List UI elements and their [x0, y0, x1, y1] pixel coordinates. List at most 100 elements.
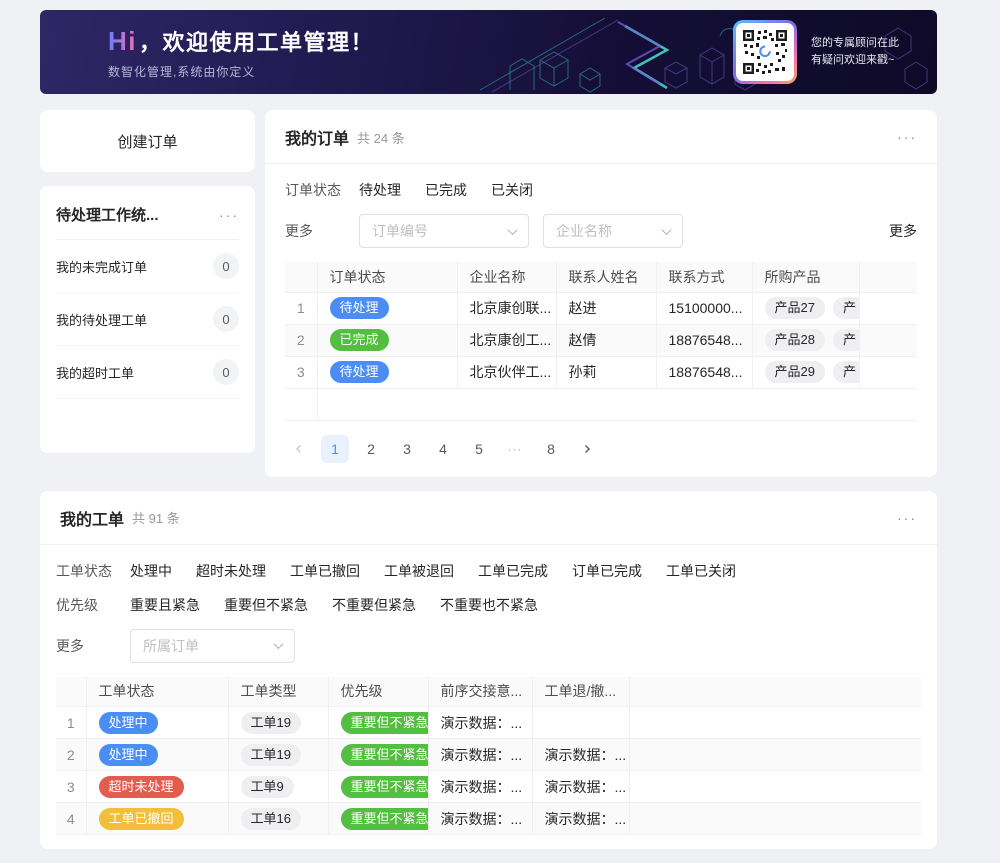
tickets-panel: 我的工单 共 91 条 ··· 工单状态 处理中 超时未处理 工单已撤回 工单被… [40, 491, 937, 850]
welcome-banner: Hi，欢迎使用工单管理！ 数智化管理,系统由你定义 [40, 10, 937, 94]
pagination: 1 2 3 4 5 ··· 8 [285, 421, 917, 463]
more-filter-label: 更多 [285, 221, 359, 241]
page-ellipsis-button[interactable]: ··· [501, 435, 529, 463]
tickets-table: 工单状态 工单类型 优先级 前序交接意... 工单退/撤... 1 [56, 677, 921, 836]
banner-title: Hi，欢迎使用工单管理！ [108, 25, 733, 57]
priority-badge: 重要但不紧急 [341, 744, 429, 766]
qr-caption: 您的专属顾问在此 有疑问欢迎来戳~ [811, 35, 899, 69]
ticket-row[interactable]: 2 处理中 工单19 重要但不紧急 演示数据：... 演示数据：... [56, 739, 921, 771]
filter-option-not-important-not-urgent[interactable]: 不重要也不紧急 [440, 595, 538, 615]
ticket-type-tag: 工单16 [241, 808, 301, 830]
orders-table-header: 订单状态 企业名称 联系人姓名 联系方式 所购产品 [285, 262, 917, 292]
order-number-select[interactable]: 订单编号 [359, 214, 529, 248]
product-tag: 产品28 [765, 329, 825, 351]
banner-subtitle: 数智化管理,系统由你定义 [108, 63, 733, 80]
stat-pending-tickets[interactable]: 我的待处理工单 0 [56, 293, 239, 346]
priority-badge: 重要但不紧急 [341, 776, 429, 798]
stat-label: 我的未完成订单 [56, 257, 147, 276]
page-button-3[interactable]: 3 [393, 435, 421, 463]
order-row[interactable]: 1 待处理 北京康创联... 赵进 15100000... 产品27产 [285, 292, 917, 324]
product-tag: 产 [833, 329, 859, 351]
filter-option-processing[interactable]: 处理中 [130, 561, 172, 581]
page-button-last[interactable]: 8 [537, 435, 565, 463]
ticket-type-tag: 工单9 [241, 776, 294, 798]
banner-greeting: ，欢迎使用工单管理！ [139, 30, 374, 55]
filter-option-closed[interactable]: 已关闭 [491, 180, 533, 200]
order-row[interactable]: 3 待处理 北京伙伴工... 孙莉 18876548... 产品29产 [285, 356, 917, 388]
product-tag: 产 [833, 297, 859, 319]
chevron-down-icon [274, 639, 284, 649]
orders-more-link[interactable]: 更多 [889, 221, 917, 241]
stat-label: 我的待处理工单 [56, 310, 147, 329]
status-badge: 已完成 [330, 329, 389, 351]
prev-page-button[interactable] [285, 435, 313, 463]
filter-option-important-urgent[interactable]: 重要且紧急 [130, 595, 200, 615]
page-button-4[interactable]: 4 [429, 435, 457, 463]
orders-panel: 我的订单 共 24 条 ··· 订单状态 待处理 已完成 已关闭 更多 [265, 110, 937, 477]
count-badge: 0 [213, 253, 239, 279]
more-dots-icon[interactable]: ··· [897, 510, 917, 526]
qr-code [733, 20, 797, 84]
order-row[interactable]: 2 已完成 北京康创工... 赵倩 18876548... 产品28产 [285, 324, 917, 356]
filter-option-important-not-urgent[interactable]: 重要但不紧急 [224, 595, 308, 615]
chevron-down-icon [508, 225, 518, 235]
priority-filter-label: 优先级 [56, 595, 130, 615]
product-tag: 产 [833, 361, 859, 383]
pending-stats-card: 待处理工作统... ··· 我的未完成订单 0 我的待处理工单 0 我的超时工单… [40, 186, 255, 453]
parent-order-select[interactable]: 所属订单 [130, 629, 295, 663]
ticket-row[interactable]: 3 超时未处理 工单9 重要但不紧急 演示数据：... 演示数据：... [56, 771, 921, 803]
status-badge: 处理中 [99, 712, 158, 734]
page-button-2[interactable]: 2 [357, 435, 385, 463]
qr-pattern-icon [742, 29, 788, 75]
stat-overdue-tickets[interactable]: 我的超时工单 0 [56, 346, 239, 399]
orders-count: 共 24 条 [357, 128, 405, 147]
create-order-button[interactable]: 创建订单 [40, 110, 255, 172]
page: Hi，欢迎使用工单管理！ 数智化管理,系统由你定义 [0, 0, 937, 863]
filter-option-returned[interactable]: 工单被退回 [384, 561, 454, 581]
ticket-type-tag: 工单19 [241, 712, 301, 734]
qr-caption-line2: 有疑问欢迎来戳~ [811, 52, 899, 69]
page-button-5[interactable]: 5 [465, 435, 493, 463]
banner-hi: Hi [108, 26, 137, 56]
company-name-select[interactable]: 企业名称 [543, 214, 683, 248]
page-button-1[interactable]: 1 [321, 435, 349, 463]
ticket-row[interactable]: 4 工单已撤回 工单16 重要但不紧急 演示数据：... 演示数据：... [56, 803, 921, 835]
count-badge: 0 [213, 359, 239, 385]
ticket-row[interactable]: 1 处理中 工单19 重要但不紧急 演示数据：... [56, 707, 921, 739]
more-dots-icon[interactable]: ··· [219, 207, 239, 223]
more-filter-label: 更多 [56, 636, 130, 656]
tickets-table-header: 工单状态 工单类型 优先级 前序交接意... 工单退/撤... [56, 677, 921, 707]
stats-card-title: 待处理工作统... [56, 204, 159, 225]
status-badge: 超时未处理 [99, 776, 184, 798]
stat-label: 我的超时工单 [56, 363, 134, 382]
filter-option-withdrawn[interactable]: 工单已撤回 [290, 561, 360, 581]
qr-caption-line1: 您的专属顾问在此 [811, 35, 899, 52]
orders-panel-title: 我的订单 [285, 125, 349, 149]
filter-option-pending[interactable]: 待处理 [359, 180, 401, 200]
filter-option-not-important-urgent[interactable]: 不重要但紧急 [332, 595, 416, 615]
filter-option-order-done[interactable]: 订单已完成 [572, 561, 642, 581]
priority-badge: 重要但不紧急 [341, 712, 429, 734]
filter-option-completed[interactable]: 已完成 [425, 180, 467, 200]
orders-table: 订单状态 企业名称 联系人姓名 联系方式 所购产品 1 待处理 [285, 262, 917, 421]
filter-option-overdue[interactable]: 超时未处理 [196, 561, 266, 581]
priority-badge: 重要但不紧急 [341, 808, 429, 830]
next-page-button[interactable] [573, 435, 601, 463]
status-badge: 待处理 [330, 297, 389, 319]
tickets-panel-title: 我的工单 [60, 506, 124, 530]
tickets-count: 共 91 条 [132, 508, 180, 527]
product-tag: 产品29 [765, 361, 825, 383]
status-badge: 待处理 [330, 361, 389, 383]
ticket-status-filter-label: 工单状态 [56, 561, 130, 581]
order-status-filter-label: 订单状态 [285, 180, 359, 200]
filter-option-ticket-done[interactable]: 工单已完成 [478, 561, 548, 581]
ticket-type-tag: 工单19 [241, 744, 301, 766]
chevron-down-icon [662, 225, 672, 235]
stat-unfinished-orders[interactable]: 我的未完成订单 0 [56, 240, 239, 293]
create-order-label: 创建订单 [117, 131, 177, 152]
filter-option-ticket-closed[interactable]: 工单已关闭 [666, 561, 736, 581]
empty-row [285, 388, 917, 420]
product-tag: 产品27 [765, 297, 825, 319]
status-badge: 处理中 [99, 744, 158, 766]
more-dots-icon[interactable]: ··· [897, 129, 917, 145]
